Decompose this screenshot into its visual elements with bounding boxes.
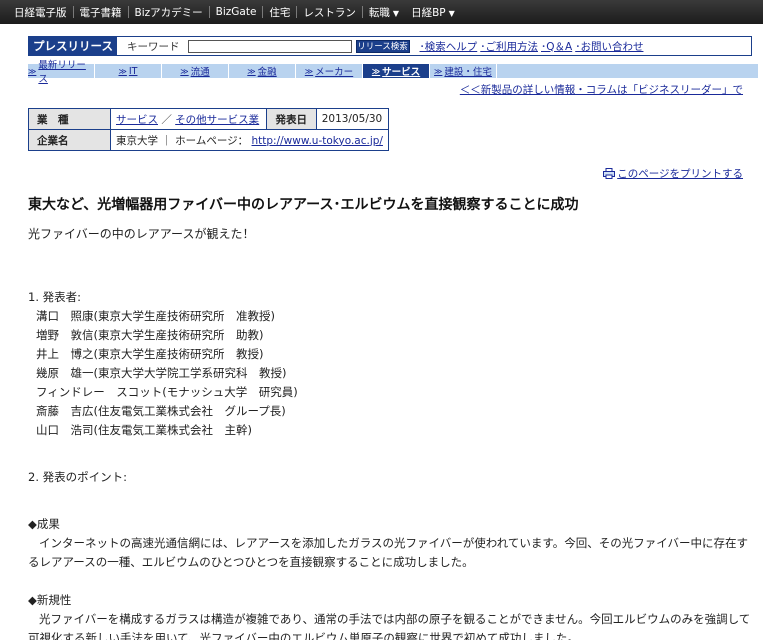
article-body: 1. 発表者: 溝口 照康(東京大学生産技術研究所 准教授) 増野 敦信(東京大… — [28, 288, 753, 640]
keyword-input[interactable] — [187, 39, 352, 53]
business-leader-promo-link[interactable]: ＜＜新製品の詳しい情報・コラムは「ビジネスリーダー」で — [460, 82, 743, 97]
company-name: 東京大学 ｜ ホームページ： — [116, 134, 249, 147]
caret-down-icon: ▼ — [392, 8, 400, 18]
chevron-down-icon: ≫ — [180, 66, 189, 76]
usage-link[interactable]: ･ご利用方法 — [480, 39, 538, 54]
industry-value: サービス ／ その他サービス業 — [110, 108, 267, 130]
release-info-table: 業 種 サービス ／ その他サービス業 発表日 2013/05/30 企業名 東… — [28, 108, 389, 151]
chevron-down-icon: ≫ — [371, 66, 381, 76]
topnav-career-label: 転職 — [368, 6, 390, 19]
industry-label: 業 種 — [28, 108, 111, 130]
topnav-restaurant[interactable]: レストラン — [297, 5, 362, 20]
topnav-housing[interactable]: 住宅 — [263, 5, 296, 20]
chevron-down-icon: ≫ — [28, 66, 37, 76]
faq-link[interactable]: ･Q＆A — [541, 39, 572, 54]
topnav-nikkeibp[interactable]: 日経BP ▼ — [405, 5, 461, 20]
caret-down-icon: ▼ — [448, 8, 455, 18]
points-heading: 2. 発表のポイント: — [28, 470, 128, 484]
tab-service[interactable]: ≫ サービス — [363, 64, 429, 78]
print-page-link[interactable]: このページをプリントする — [603, 166, 743, 181]
topnav-bizacademy[interactable]: Bizアカデミー — [129, 5, 209, 20]
presenter-item: 幾原 雄一(東京大学大学院工学系研究科 教授) — [36, 366, 287, 380]
tab-label: メーカー — [315, 67, 354, 78]
chevron-down-icon: ≫ — [434, 66, 443, 76]
presenter-item: 山口 浩司(住友電気工業株式会社 主幹) — [36, 423, 252, 437]
release-date: 2013/05/30 — [315, 108, 389, 130]
presenter-item: 斎藤 吉広(住友電気工業株式会社 グループ長) — [36, 404, 286, 418]
tab-it[interactable]: ≫ IT — [95, 64, 161, 78]
table-row: 業 種 サービス ／ その他サービス業 発表日 2013/05/30 — [28, 108, 389, 130]
chevron-down-icon: ≫ — [247, 66, 256, 76]
search-help-link[interactable]: ･検索ヘルプ — [420, 39, 478, 54]
topnav-nikkeibp-label: 日経BP — [411, 6, 446, 19]
tab-label: 金融 — [257, 67, 277, 78]
company-value: 東京大学 ｜ ホームページ： http://www.u-tokyo.ac.jp/ — [110, 129, 389, 151]
industry-link-other-services[interactable]: その他サービス業 — [175, 114, 259, 126]
contact-link[interactable]: ･お問い合わせ — [575, 39, 643, 54]
chevron-down-icon: ≫ — [118, 66, 127, 76]
printer-icon — [603, 168, 616, 179]
chevron-down-icon: ≫ — [304, 66, 314, 76]
industry-link-service[interactable]: サービス — [116, 114, 158, 126]
tab-construction[interactable]: ≫ 建設・住宅 — [430, 64, 496, 78]
topnav-bizgate[interactable]: BizGate — [210, 6, 263, 18]
company-homepage-link[interactable]: http://www.u-tokyo.ac.jp/ — [252, 135, 383, 147]
category-tabs: ≫ 最新リリース ≫ IT ≫ 流通 ≫ 金融 ≫ メーカー ≫ サービス ≫ 建設・住宅 — [28, 60, 758, 85]
result-heading: ◆成果 — [28, 517, 60, 531]
article-subtitle: 光ファイバーの中のレアアースが観えた！ — [28, 227, 255, 241]
tab-label: 建設・住宅 — [444, 67, 492, 78]
novelty-paragraph: 光ファイバーを構成するガラスは構造が複雑であり、通常の手法では内部の原子を観るこ… — [28, 612, 751, 640]
tab-label: 流通 — [190, 67, 210, 78]
table-row: 企業名 東京大学 ｜ ホームページ： http://www.u-tokyo.ac… — [28, 129, 389, 151]
presenter-item: 増野 敦信(東京大学生産技術研究所 助教) — [36, 328, 264, 342]
press-release-label: プレスリリース — [29, 37, 117, 55]
date-label: 発表日 — [265, 108, 317, 130]
release-search-button[interactable]: リリース検索 — [355, 39, 410, 53]
tab-label: IT — [128, 65, 138, 77]
tab-label: サービス — [382, 67, 421, 78]
tabs-filler — [497, 64, 758, 78]
industry-separator: ／ — [161, 113, 172, 126]
presenters-heading: 1. 発表者: — [28, 290, 82, 304]
press-release-search-bar: プレスリリース キーワード リリース検索 ･検索ヘルプ ･ご利用方法 ･Q＆A … — [28, 36, 752, 56]
result-paragraph: インターネットの高速光通信網には、レアアースを添加したガラスの光ファイバーが使わ… — [28, 536, 748, 569]
tab-retail[interactable]: ≫ 流通 — [162, 64, 228, 78]
presenter-item: 井上 博之(東京大学生産技術研究所 教授) — [36, 347, 264, 361]
presenter-item: 溝口 照康(東京大学生産技術研究所 准教授) — [36, 309, 275, 323]
article-title: 東大など、光増幅器用ファイバー中のレアアース･エルビウムを直接観察することに成功 — [28, 197, 579, 213]
print-page-label: このページをプリントする — [617, 168, 743, 180]
top-nav-bar: 日経電子版 電子書籍 Bizアカデミー BizGate 住宅 レストラン 転職 ▼… — [0, 0, 763, 24]
tab-latest[interactable]: ≫ 最新リリース — [28, 60, 94, 85]
tab-finance[interactable]: ≫ 金融 — [229, 64, 295, 78]
topnav-ebooks[interactable]: 電子書籍 — [74, 5, 128, 20]
tab-label: 最新リリース — [38, 60, 86, 85]
keyword-label: キーワード — [127, 40, 180, 53]
topnav-nikkei-denshiban[interactable]: 日経電子版 — [8, 5, 73, 20]
company-label: 企業名 — [28, 129, 111, 151]
topnav-career[interactable]: 転職 ▼ — [363, 5, 405, 20]
help-links: ･検索ヘルプ ･ご利用方法 ･Q＆A ･お問い合わせ — [420, 39, 647, 54]
novelty-heading: ◆新規性 — [28, 593, 72, 607]
tab-maker[interactable]: ≫ メーカー — [296, 64, 362, 78]
presenter-item: フィンドレー スコット(モナッシュ大学 研究員) — [36, 385, 298, 399]
